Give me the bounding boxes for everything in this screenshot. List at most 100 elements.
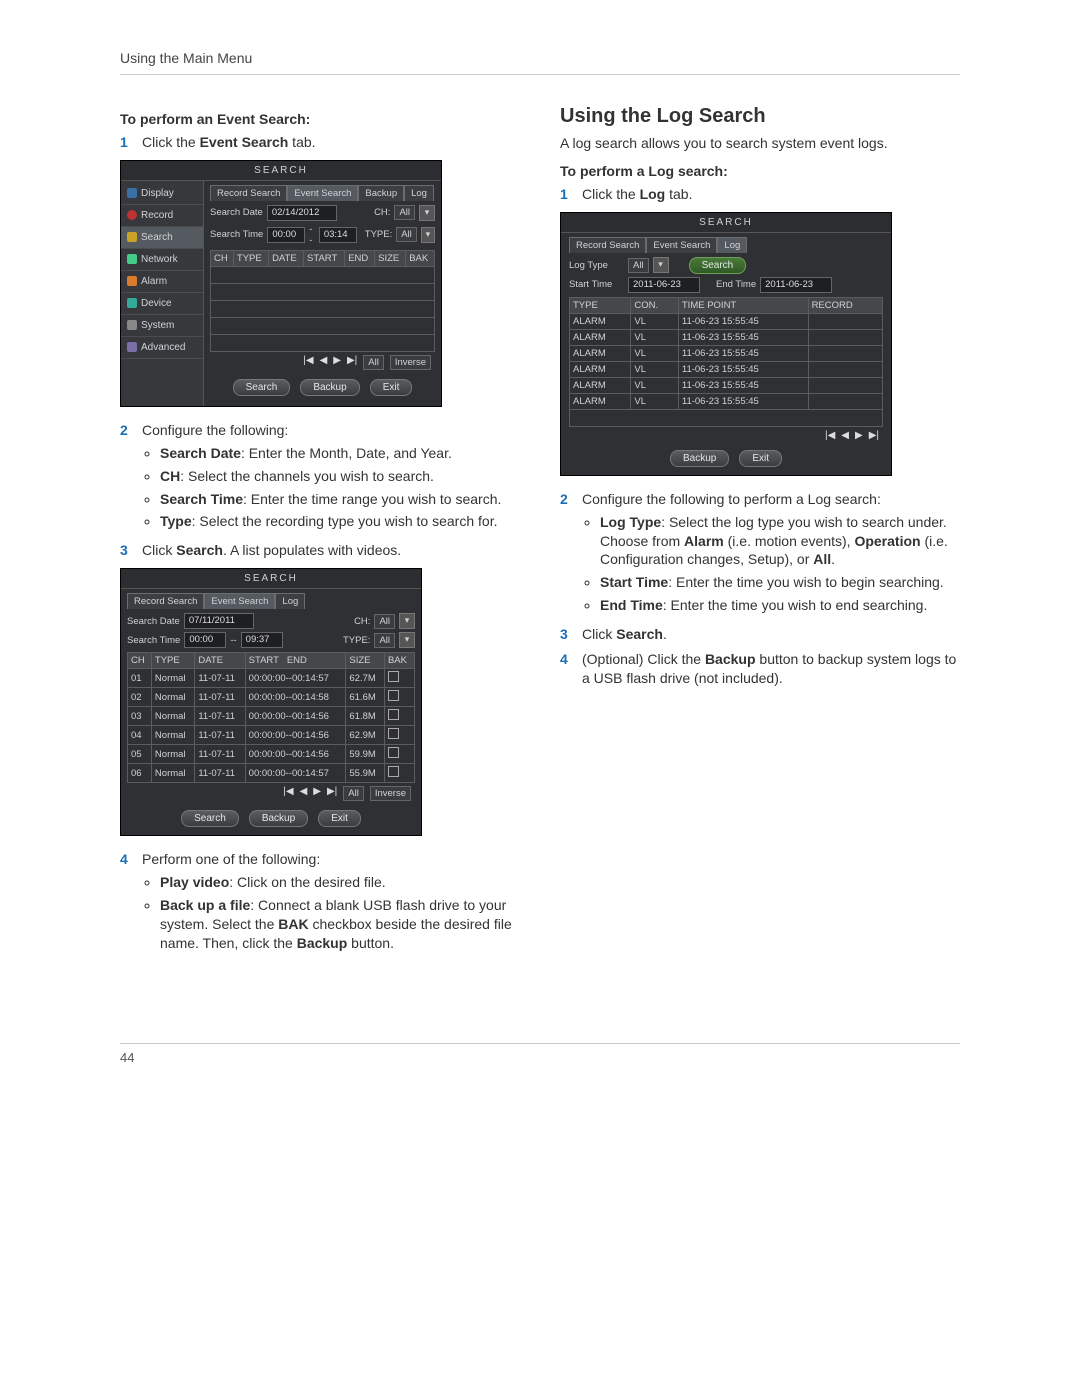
search-date-label: Search Date: [127, 616, 180, 627]
backup-button[interactable]: Backup: [300, 379, 359, 396]
network-icon: [127, 254, 137, 264]
ch-select[interactable]: All: [374, 614, 395, 629]
type-select[interactable]: All: [396, 227, 417, 242]
time-to-input[interactable]: 03:14: [319, 227, 357, 243]
table-row[interactable]: ALARMVL11-06-23 15:55:45: [570, 377, 883, 393]
bak-checkbox[interactable]: [388, 671, 399, 682]
sidebar-item-record[interactable]: Record: [121, 205, 203, 227]
tab-record-search[interactable]: Record Search: [569, 237, 646, 253]
sidebar-item-network[interactable]: Network: [121, 249, 203, 271]
table-row[interactable]: ALARMVL11-06-23 15:55:45: [570, 313, 883, 329]
inverse-button[interactable]: Inverse: [370, 786, 411, 801]
page-prev-icon[interactable]: ◀: [320, 355, 328, 370]
bak-checkbox[interactable]: [388, 728, 399, 739]
page-prev-icon[interactable]: ◀: [300, 786, 308, 801]
tab-record-search[interactable]: Record Search: [127, 593, 204, 609]
table-row[interactable]: 04Normal11-07-1100:00:00--00:14:5662.9M: [128, 726, 415, 745]
sidebar-item-advanced[interactable]: Advanced: [121, 337, 203, 359]
log-search-intro: A log search allows you to search system…: [560, 134, 960, 153]
bak-checkbox[interactable]: [388, 709, 399, 720]
chevron-down-icon[interactable]: ▾: [399, 632, 415, 648]
sidebar-item-search[interactable]: Search: [121, 227, 203, 249]
search-button[interactable]: Search: [689, 257, 747, 274]
page-first-icon[interactable]: |◀: [825, 430, 835, 441]
search-date-input[interactable]: 02/14/2012: [267, 205, 337, 221]
select-all-button[interactable]: All: [343, 786, 364, 801]
event-search-subhead: To perform an Event Search:: [120, 111, 520, 127]
sidebar-item-system[interactable]: System: [121, 315, 203, 337]
bak-checkbox[interactable]: [388, 766, 399, 777]
table-row[interactable]: 05Normal11-07-1100:00:00--00:14:5659.9M: [128, 745, 415, 764]
page-next-icon[interactable]: ▶: [313, 786, 321, 801]
log-type-select[interactable]: All: [628, 258, 649, 273]
dvr-title: SEARCH: [121, 161, 441, 181]
search-time-label: Search Time: [210, 229, 263, 240]
search-date-input[interactable]: 07/11/2011: [184, 613, 254, 629]
chevron-down-icon[interactable]: ▾: [419, 205, 435, 221]
type-select[interactable]: All: [374, 633, 395, 648]
step-body: Click Search.: [582, 625, 960, 644]
ch-label: CH:: [354, 616, 370, 627]
backup-button[interactable]: Backup: [249, 810, 308, 827]
chevron-down-icon[interactable]: ▾: [421, 227, 435, 243]
tab-backup[interactable]: Backup: [358, 185, 404, 201]
sidebar-item-display[interactable]: Display: [121, 183, 203, 205]
chevron-down-icon[interactable]: ▾: [399, 613, 415, 629]
device-icon: [127, 298, 137, 308]
log-search-screenshot: SEARCH Record Search Event Search Log Lo…: [560, 212, 892, 476]
select-all-button[interactable]: All: [363, 355, 384, 370]
bak-checkbox[interactable]: [388, 690, 399, 701]
chevron-down-icon[interactable]: ▾: [653, 257, 669, 273]
ch-select[interactable]: All: [394, 205, 415, 220]
step-body: (Optional) Click the Backup button to ba…: [582, 650, 960, 688]
page-next-icon[interactable]: ▶: [855, 430, 863, 441]
start-time-input[interactable]: 2011-06-23: [628, 277, 700, 293]
step-number: 3: [560, 625, 582, 644]
system-icon: [127, 320, 137, 330]
tab-log[interactable]: Log: [275, 593, 305, 609]
table-row[interactable]: ALARMVL11-06-23 15:55:45: [570, 345, 883, 361]
search-button[interactable]: Search: [233, 379, 291, 396]
exit-button[interactable]: Exit: [318, 810, 361, 827]
page-next-icon[interactable]: ▶: [333, 355, 341, 370]
tab-event-search[interactable]: Event Search: [287, 185, 358, 201]
tab-event-search[interactable]: Event Search: [646, 237, 717, 253]
step-body: Click Search. A list populates with vide…: [142, 541, 520, 560]
end-time-input[interactable]: 2011-06-23: [760, 277, 832, 293]
exit-button[interactable]: Exit: [370, 379, 413, 396]
inverse-button[interactable]: Inverse: [390, 355, 431, 370]
table-row[interactable]: ALARMVL11-06-23 15:55:45: [570, 361, 883, 377]
bak-checkbox[interactable]: [388, 747, 399, 758]
table-row[interactable]: 06Normal11-07-1100:00:00--00:14:5755.9M: [128, 764, 415, 783]
tab-log[interactable]: Log: [717, 237, 747, 253]
sidebar-item-device[interactable]: Device: [121, 293, 203, 315]
sidebar-item-alarm[interactable]: Alarm: [121, 271, 203, 293]
tab-log[interactable]: Log: [404, 185, 434, 201]
search-icon: [127, 232, 137, 242]
backup-button[interactable]: Backup: [670, 450, 729, 467]
time-to-input[interactable]: 09:37: [241, 632, 283, 648]
table-row[interactable]: 03Normal11-07-1100:00:00--00:14:5661.8M: [128, 707, 415, 726]
search-button[interactable]: Search: [181, 810, 239, 827]
time-from-input[interactable]: 00:00: [184, 632, 226, 648]
page-last-icon[interactable]: ▶|: [327, 786, 337, 801]
dvr-title: SEARCH: [121, 569, 421, 589]
table-row[interactable]: ALARMVL11-06-23 15:55:45: [570, 393, 883, 409]
left-column: To perform an Event Search: 1 Click the …: [120, 105, 520, 963]
page-last-icon[interactable]: ▶|: [347, 355, 357, 370]
page-number: 44: [120, 1043, 960, 1065]
table-row[interactable]: ALARMVL11-06-23 15:55:45: [570, 329, 883, 345]
page-first-icon[interactable]: |◀: [303, 355, 313, 370]
event-search-screenshot-results: SEARCH Record Search Event Search Log Se…: [120, 568, 422, 836]
time-from-input[interactable]: 00:00: [267, 227, 305, 243]
table-row[interactable]: 02Normal11-07-1100:00:00--00:14:5861.6M: [128, 688, 415, 707]
exit-button[interactable]: Exit: [739, 450, 782, 467]
table-row[interactable]: 01Normal11-07-1100:00:00--00:14:5762.7M: [128, 669, 415, 688]
page-last-icon[interactable]: ▶|: [869, 430, 879, 441]
advanced-icon: [127, 342, 137, 352]
tab-event-search[interactable]: Event Search: [204, 593, 275, 609]
step-body: Click the Log tab.: [582, 185, 960, 204]
tab-record-search[interactable]: Record Search: [210, 185, 287, 201]
page-first-icon[interactable]: |◀: [283, 786, 293, 801]
page-prev-icon[interactable]: ◀: [841, 430, 849, 441]
